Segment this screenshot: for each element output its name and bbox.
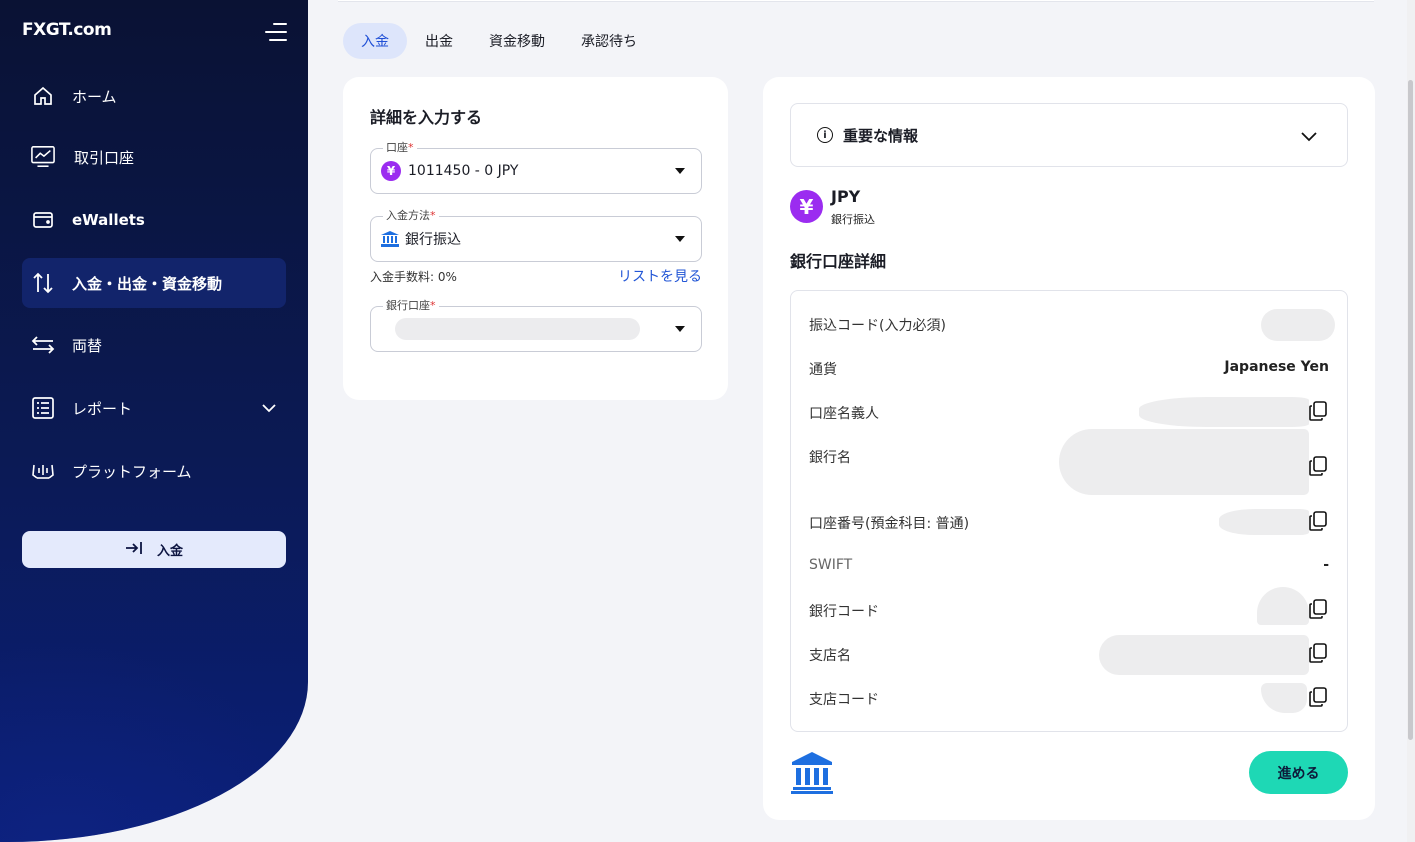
report-list-icon [31,396,55,420]
sidebar-item-exchange[interactable]: 両替 [22,320,286,370]
row-label: SWIFT [809,557,853,573]
info-icon: i [817,127,833,143]
important-info-accordion[interactable]: i 重要な情報 [790,103,1348,167]
row-label: 支店名 [809,648,851,664]
copy-icon[interactable] [1309,456,1327,476]
proceed-button[interactable]: 進める [1249,751,1348,794]
home-icon [31,84,55,108]
redacted-value [1059,429,1309,495]
tab-pending[interactable]: 承認待ち [563,23,655,59]
sidebar: FXGT.com ホーム 取引口座 eWallets 入金・出金・資金移動 両替 [0,0,308,842]
chevron-down-icon[interactable] [262,399,276,417]
swift-value: - [1323,557,1329,573]
tab-withdraw[interactable]: 出金 [407,23,471,59]
login-arrow-icon [125,541,143,559]
caret-down-icon [675,326,685,332]
page-scrollbar[interactable] [1407,0,1415,842]
view-list-link[interactable]: リストを見る [618,266,702,286]
copy-icon[interactable] [1309,687,1327,707]
sidebar-item-platform[interactable]: プラットフォーム [22,446,286,496]
row-label: 口座名義人 [809,406,879,422]
sidebar-item-label: 両替 [72,336,103,355]
caret-down-icon [675,168,685,174]
top-bar [338,0,1374,2]
copy-icon[interactable] [1309,511,1327,531]
sidebar-item-transfers[interactable]: 入金・出金・資金移動 [22,258,286,308]
currency-value: Japanese Yen [1224,359,1329,375]
copy-icon[interactable] [1309,643,1327,663]
redacted-value [1219,509,1309,535]
bank-icon [381,231,399,247]
tab-fund-transfer[interactable]: 資金移動 [471,23,563,59]
account-select[interactable]: 口座* ¥ 1011450 - 0 JPY [370,139,702,194]
sidebar-item-label: 入金・出金・資金移動 [72,274,223,293]
row-label: 通貨 [809,362,837,378]
caret-down-icon [675,236,685,242]
bank-details-card: i 重要な情報 ¥ JPY 銀行振込 銀行口座詳細 振込コード(入力必須) 通貨… [763,77,1375,820]
sidebar-item-label: レポート [72,399,133,418]
currency-method: 銀行振込 [831,213,875,226]
bank-details-title: 銀行口座詳細 [790,252,887,271]
payment-method-select[interactable]: 入金方法* 銀行振込 [370,207,702,262]
redacted-value [1257,587,1309,625]
transfer-tabs: 入金 出金 資金移動 承認待ち [343,23,655,59]
sidebar-item-label: eWallets [72,211,145,229]
account-value: 1011450 - 0 JPY [408,163,519,179]
redacted-value [1261,309,1335,341]
yen-currency-icon: ¥ [790,190,823,223]
redacted-value [395,318,640,340]
row-label: 支店コード [809,692,879,708]
copy-icon[interactable] [1309,401,1327,421]
method-label: 入金方法* [383,207,439,223]
account-label: 口座* [383,139,417,155]
redacted-value [1099,635,1309,675]
redacted-value [1261,683,1307,713]
platform-icon [31,459,55,483]
fxgt-logo[interactable]: FXGT.com [22,20,112,40]
form-title: 詳細を入力する [370,108,483,127]
deposit-form-card: 詳細を入力する 口座* ¥ 1011450 - 0 JPY 入金方法* 銀行振込… [343,77,728,400]
sidebar-item-ewallets[interactable]: eWallets [22,195,286,245]
redacted-value [1139,397,1309,427]
logo-text: FXGT [22,20,68,40]
sidebar-deposit-button[interactable]: 入金 [22,531,286,568]
sidebar-item-label: ホーム [72,87,117,106]
bank-account-label: 銀行口座* [383,297,439,313]
copy-icon[interactable] [1309,599,1327,619]
sidebar-item-label: プラットフォーム [72,462,192,481]
bank-building-icon [790,750,834,798]
chevron-down-icon [1301,128,1317,146]
row-label: 口座番号(預金科目: 普通) [809,516,970,532]
row-label: 銀行名 [809,450,851,466]
menu-collapse-icon[interactable] [265,22,287,42]
arrows-updown-icon [31,271,55,295]
logo-domain: .com [67,20,112,40]
chart-monitor-icon [31,145,55,169]
sidebar-item-home[interactable]: ホーム [22,71,286,121]
currency-code: JPY [831,187,861,206]
method-value: 銀行振込 [405,232,461,248]
bank-details-list: 振込コード(入力必須) 通貨 Japanese Yen 口座名義人 銀行名 口座… [790,290,1348,732]
bank-account-select[interactable]: 銀行口座* [370,297,702,352]
sidebar-item-reports[interactable]: レポート [22,383,286,433]
sidebar-item-trading-accounts[interactable]: 取引口座 [22,132,286,182]
scrollbar-thumb[interactable] [1408,80,1413,740]
deposit-button-label: 入金 [156,544,183,559]
row-label: 振込コード(入力必須) [809,318,946,334]
yen-icon: ¥ [381,161,401,181]
wallet-icon [31,208,55,232]
exchange-icon [31,333,55,357]
tab-deposit[interactable]: 入金 [343,23,407,59]
deposit-fee-text: 入金手数料: 0% [370,270,457,284]
sidebar-item-label: 取引口座 [74,148,135,167]
important-info-title: 重要な情報 [843,126,919,145]
row-label: 銀行コード [809,604,879,620]
